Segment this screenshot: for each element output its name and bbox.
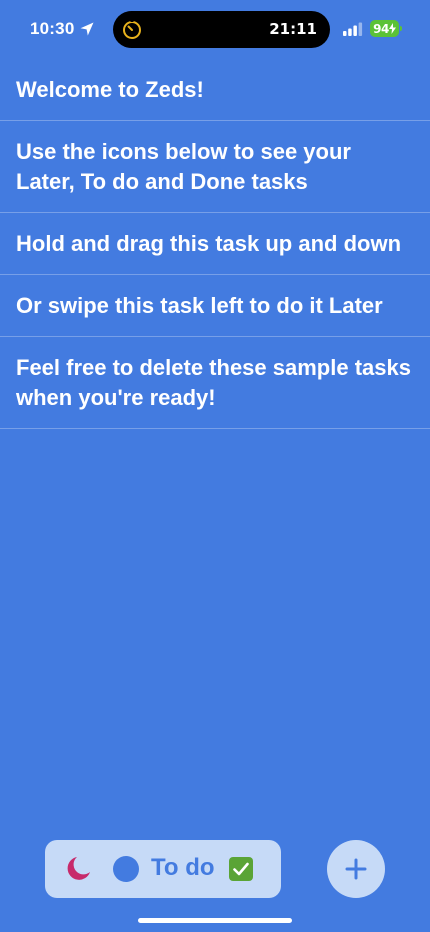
battery-indicator: 94 [370, 20, 399, 37]
task-item[interactable]: Or swipe this task left to do it Later [0, 275, 430, 337]
task-item[interactable]: Welcome to Zeds! [0, 60, 430, 121]
battery-level: 94 [373, 21, 389, 36]
blue-circle-icon[interactable] [113, 856, 139, 882]
task-text: Hold and drag this task up and down [16, 230, 402, 256]
task-text: Use the icons below to see your Later, T… [16, 138, 351, 194]
island-timer-time: 21:11 [269, 20, 317, 38]
status-bar: 10:30 21:11 94 [0, 0, 430, 60]
home-indicator[interactable] [138, 918, 292, 923]
checkmark-box-icon[interactable] [229, 857, 253, 881]
crescent-moon-icon[interactable] [64, 855, 92, 883]
app-screen: 10:30 21:11 94 Welcome to Zeds! Use the … [0, 0, 430, 932]
timer-icon [123, 20, 141, 39]
dynamic-island[interactable]: 21:11 [113, 11, 330, 48]
plus-icon [345, 858, 367, 880]
task-text: Or swipe this task left to do it Later [16, 292, 383, 318]
task-item[interactable]: Hold and drag this task up and down [0, 213, 430, 275]
task-item[interactable]: Feel free to delete these sample tasks w… [0, 337, 430, 429]
task-item[interactable]: Use the icons below to see your Later, T… [0, 121, 430, 213]
task-text: Feel free to delete these sample tasks w… [16, 354, 411, 410]
task-list: Welcome to Zeds! Use the icons below to … [0, 60, 430, 429]
task-text: Welcome to Zeds! [16, 77, 204, 102]
tab-bar: To do [45, 840, 281, 898]
battery-cap [400, 26, 402, 31]
location-arrow-icon [80, 22, 94, 36]
tab-todo-label[interactable]: To do [151, 854, 215, 882]
charging-bolt-icon [388, 23, 396, 34]
add-task-button[interactable] [327, 840, 385, 898]
status-time: 10:30 [30, 19, 75, 38]
cellular-signal-icon [343, 22, 363, 36]
checkmark-icon [233, 862, 249, 876]
